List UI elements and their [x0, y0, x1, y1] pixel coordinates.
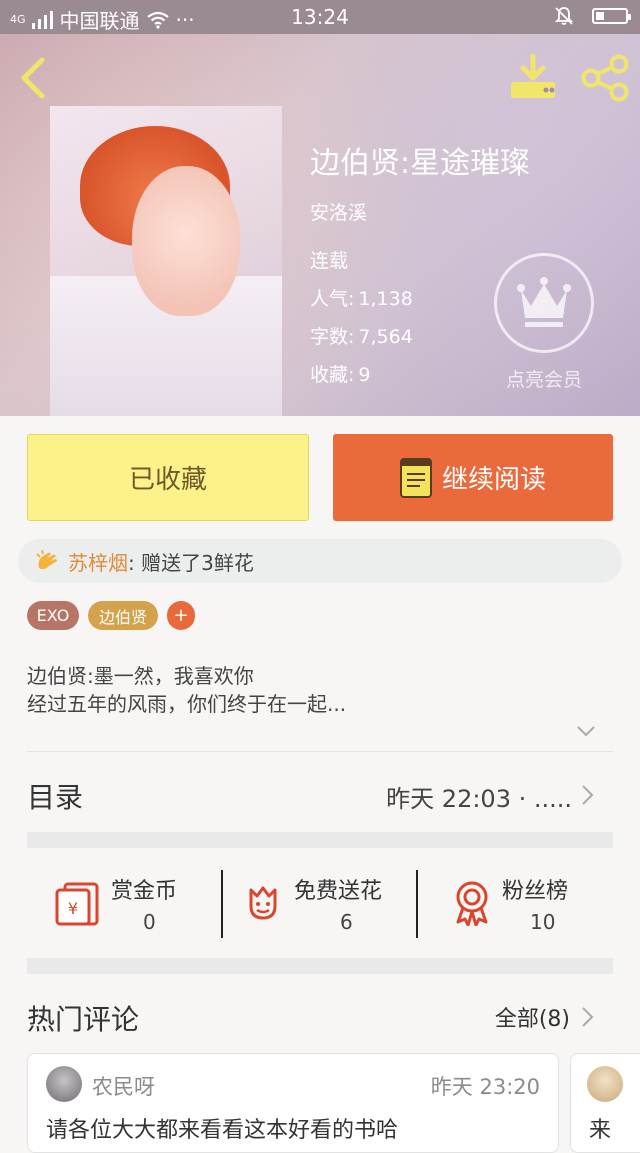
popularity-label: 人气: [310, 288, 355, 310]
status-time: 13:24 [291, 5, 349, 29]
book-icon [399, 457, 432, 498]
stats-divider [221, 870, 223, 938]
status-right [554, 6, 631, 26]
tag-baekhyun[interactable]: 边伯贤 [88, 601, 158, 630]
cover-face [132, 166, 240, 316]
stat-fans-label: 粉丝榜 [502, 879, 569, 904]
comment-time: 昨天 23:20 [430, 1075, 540, 1099]
gift-banner[interactable]: 苏梓烟 : 赠送了3鲜花 [18, 539, 622, 583]
stat-coins-label: 赏金币 [111, 879, 178, 904]
book-word-count: 字数: 7,564 [310, 322, 413, 349]
red-envelope-icon: ¥ [55, 882, 99, 926]
gift-user[interactable]: 苏梓烟 [68, 547, 128, 576]
stat-coins-value: 0 [143, 910, 156, 934]
toc-latest-update[interactable]: 昨天 22:03 · ..... [386, 779, 572, 814]
vip-label[interactable]: 点亮会员 [494, 365, 594, 392]
book-cover-image[interactable] [50, 106, 282, 416]
add-tag-button[interactable]: + [167, 601, 195, 630]
gift-text: : 赠送了3鲜花 [128, 550, 254, 575]
favorites-label: 收藏: [310, 364, 355, 386]
collected-label: 已收藏 [128, 465, 207, 495]
comment-text: 请各位大大都来看看这本好看的书哈 [46, 1118, 399, 1143]
comment-text: 来 [589, 1118, 612, 1143]
vip-button[interactable] [494, 253, 594, 353]
section-separator [27, 958, 613, 974]
book-title: 边伯贤:星途璀璨 [310, 146, 531, 181]
stats-divider [416, 870, 418, 938]
continue-reading-label: 继续阅读 [441, 465, 546, 495]
popularity-value: 1,138 [358, 288, 413, 310]
stat-fans-value: 10 [530, 910, 556, 934]
crown-icon [517, 277, 571, 327]
status-bar: 4G 中国联通 ··· 13:24 [0, 0, 640, 34]
hot-comments-title: 热门评论 [27, 1003, 140, 1036]
share-button[interactable] [580, 54, 630, 102]
stat-fans[interactable]: 粉丝榜 10 [452, 866, 602, 940]
toc-title[interactable]: 目录 [27, 776, 83, 816]
stat-coins[interactable]: ¥ 赏金币 0 [55, 866, 215, 940]
book-header: 边伯贤:星途璀璨 安洛溪 连载 人气: 1,138 字数: 7,564 收藏: 9 点… [0, 34, 640, 416]
collected-button[interactable]: 已收藏 [27, 434, 309, 521]
battery-icon [592, 8, 631, 24]
book-intro[interactable]: 边伯贤:墨一然，我喜欢你 经过五年的风雨，你们终于在一起... [27, 662, 607, 718]
avatar[interactable] [587, 1066, 623, 1102]
toc-chevron-icon[interactable] [580, 784, 594, 806]
svg-text:¥: ¥ [68, 899, 78, 918]
book-author[interactable]: 安洛溪 [310, 198, 367, 225]
tag-exo[interactable]: EXO [27, 601, 79, 630]
all-comments-chevron-icon[interactable] [580, 1006, 594, 1028]
mute-bell-icon [554, 7, 574, 25]
book-status: 连载 [310, 250, 349, 272]
all-comments-link[interactable]: 全部(8) [495, 1001, 570, 1033]
divider [27, 751, 613, 752]
comment-card[interactable]: 农民呀 昨天 23:20 请各位大大都来看看这本好看的书哈 [27, 1053, 559, 1153]
stat-flowers-value: 6 [340, 910, 353, 934]
expand-chevron-icon[interactable] [576, 724, 596, 738]
intro-line-2: 经过五年的风雨，你们终于在一起... [27, 692, 347, 716]
word-count-label: 字数: [310, 326, 355, 348]
back-button[interactable] [16, 56, 52, 100]
book-favorites: 收藏: 9 [310, 360, 371, 387]
section-separator [27, 832, 613, 848]
clap-icon [36, 549, 57, 570]
stat-flowers-label: 免费送花 [294, 879, 383, 904]
comment-user[interactable]: 农民呀 [92, 1071, 155, 1101]
intro-line-1: 边伯贤:墨一然，我喜欢你 [27, 664, 254, 688]
medal-icon [456, 881, 488, 926]
flower-icon [249, 886, 277, 920]
comment-card[interactable]: 来 [570, 1053, 640, 1153]
book-popularity: 人气: 1,138 [310, 284, 413, 311]
stats-row: ¥ 赏金币 0 免费送花 6 粉丝榜 10 [0, 866, 640, 940]
continue-reading-button[interactable]: 继续阅读 [333, 434, 613, 521]
favorites-value: 9 [358, 364, 371, 386]
word-count-value: 7,564 [358, 326, 413, 348]
download-button[interactable] [508, 54, 558, 100]
stat-flowers[interactable]: 免费送花 6 [243, 866, 413, 940]
avatar[interactable] [46, 1066, 82, 1102]
